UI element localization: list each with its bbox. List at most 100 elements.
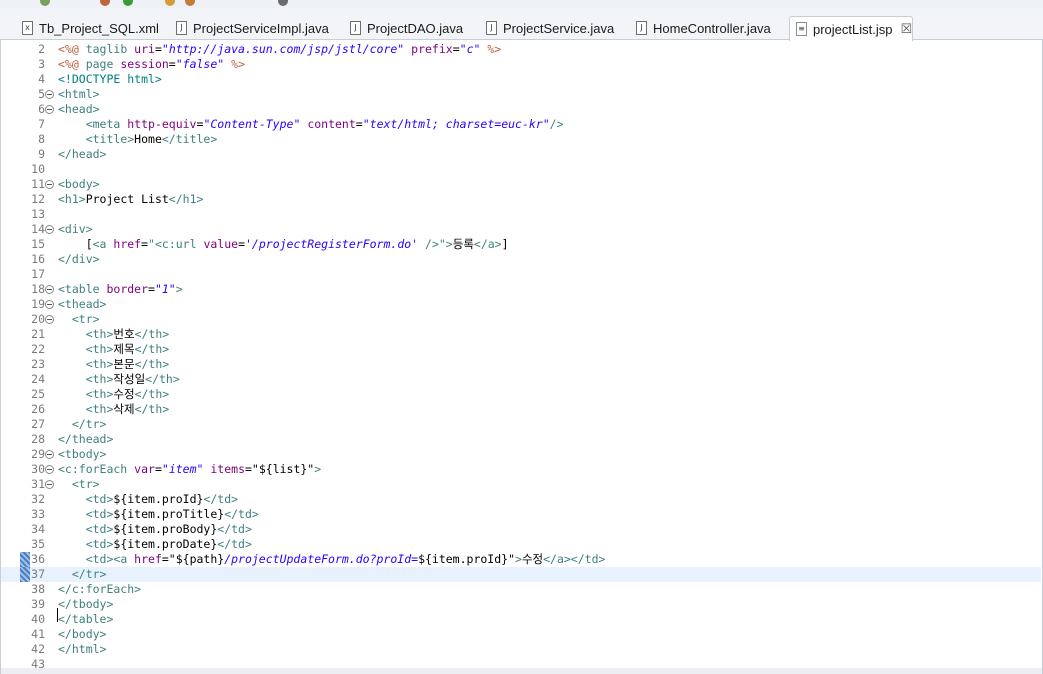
- code-text: </div>: [58, 252, 100, 267]
- code-token: ${item.proBody}: [113, 522, 218, 536]
- code-line[interactable]: 14 <div>: [1, 222, 1041, 237]
- code-line[interactable]: 29 <tbody>: [1, 447, 1041, 462]
- code-token: <c:forEach: [58, 462, 135, 476]
- toolbar-icon[interactable]: [165, 0, 175, 6]
- tab-label: projectList.jsp: [813, 21, 893, 37]
- code-line[interactable]: 2 <%@ taglib uri="http://java.sun.com/jsp…: [1, 42, 1041, 57]
- fold-toggle-icon[interactable]: [45, 225, 54, 234]
- code-editor[interactable]: 2 <%@ taglib uri="http://java.sun.com/jsp…: [0, 40, 1043, 674]
- horizontal-scrollbar[interactable]: [1, 668, 1042, 674]
- fold-toggle-icon[interactable]: [45, 315, 54, 324]
- code-text: <td>${item.proId}</td>: [58, 492, 238, 507]
- close-icon[interactable]: ☒: [900, 22, 912, 37]
- code-token: =: [355, 117, 363, 131]
- code-line[interactable]: 37 </tr>: [1, 567, 1041, 582]
- tab-label: HomeController.java: [653, 20, 771, 36]
- fold-toggle-icon[interactable]: [45, 300, 54, 309]
- code-line[interactable]: 19 <thead>: [1, 297, 1041, 312]
- code-line[interactable]: 20 <tr>: [1, 312, 1041, 327]
- java-file-icon: J: [350, 21, 361, 35]
- fold-toggle-icon[interactable]: [45, 180, 54, 189]
- code-line[interactable]: 3 <%@ page session="false" %>: [1, 57, 1041, 72]
- code-line[interactable]: 11 <body>: [1, 177, 1041, 192]
- tab-home-controller-java[interactable]: J HomeController.java: [630, 16, 785, 40]
- code-token: <%@: [58, 57, 86, 71]
- line-number: 33: [31, 507, 45, 521]
- code-line[interactable]: 9 </head>: [1, 147, 1041, 162]
- code-line[interactable]: 5 <html>: [1, 87, 1041, 102]
- toolbar-icon[interactable]: [100, 0, 110, 6]
- code-line[interactable]: 23 <th>본문</th>: [1, 357, 1041, 372]
- code-line[interactable]: 15 [<a href="<c:url value='/projectRegis…: [1, 237, 1041, 252]
- code-line[interactable]: 32 <td>${item.proId}</td>: [1, 492, 1041, 507]
- code-line[interactable]: 31 <tr>: [1, 477, 1041, 492]
- fold-toggle-icon[interactable]: [45, 450, 54, 459]
- code-line[interactable]: 39 </tbody>: [1, 597, 1041, 612]
- code-token: prefix: [411, 42, 453, 56]
- code-token: <body>: [58, 177, 100, 191]
- code-token: <h1>: [58, 192, 86, 206]
- code-line[interactable]: 34 <td>${item.proBody}</td>: [1, 522, 1041, 537]
- code-token: "text/html; charset=euc-kr": [362, 117, 550, 131]
- code-line[interactable]: 12 <h1>Project List</h1>: [1, 192, 1041, 207]
- code-line[interactable]: 36 <td><a href="${path}/projectUpdateFor…: [1, 552, 1041, 567]
- code-line[interactable]: 30 <c:forEach var="item" items="${list}">: [1, 462, 1041, 477]
- code-line[interactable]: 7 <meta http-equiv = "Content-Type" conten…: [1, 117, 1041, 132]
- code-line[interactable]: 13: [1, 207, 1041, 222]
- code-line[interactable]: 21 <th>번호</th>: [1, 327, 1041, 342]
- tab-project-service-java[interactable]: J ProjectService.java: [480, 16, 630, 40]
- toolbar-icon[interactable]: [185, 0, 195, 6]
- code-line[interactable]: 24 <th>작성일</th>: [1, 372, 1041, 387]
- code-line[interactable]: 8 <title>Home</title>: [1, 132, 1041, 147]
- tab-project-list-jsp[interactable]: ≡ projectList.jsp ☒: [789, 16, 913, 41]
- code-line[interactable]: 10: [1, 162, 1041, 177]
- fold-toggle-icon[interactable]: [45, 90, 54, 99]
- code-token: ${item.proId}: [113, 492, 204, 506]
- code-line[interactable]: 27 </tr>: [1, 417, 1041, 432]
- code-line[interactable]: 35 <td>${item.proDate}</td>: [1, 537, 1041, 552]
- tab-project-service-impl-java[interactable]: J ProjectServiceImpl.java: [170, 16, 340, 40]
- code-text: </table>: [58, 612, 113, 627]
- code-token: ${item.proId}": [418, 552, 515, 566]
- code-token: <meta: [85, 117, 128, 131]
- toolbar-icon[interactable]: [278, 0, 288, 6]
- line-number: 9: [38, 147, 45, 161]
- code-line[interactable]: 17: [1, 267, 1041, 282]
- fold-toggle-icon[interactable]: [45, 465, 54, 474]
- line-number: 27: [31, 417, 45, 431]
- code-line[interactable]: 6 <head>: [1, 102, 1041, 117]
- toolbar-icon[interactable]: [123, 0, 133, 6]
- code-text: <tbody>: [58, 447, 106, 462]
- editor-tab-bar: x Tb_Project_SQL.xml J ProjectServiceImp…: [0, 8, 1043, 41]
- toolbar-icon[interactable]: [40, 0, 50, 6]
- line-number: 38: [31, 582, 45, 596]
- line-number: 41: [31, 627, 45, 641]
- tab-tb-project-sql-xml[interactable]: x Tb_Project_SQL.xml: [16, 16, 166, 40]
- code-line[interactable]: 25 <th>수정</th>: [1, 387, 1041, 402]
- code-line[interactable]: 33 <td>${item.proTitle}</td>: [1, 507, 1041, 522]
- fold-toggle-icon[interactable]: [45, 480, 54, 489]
- code-text: <h1>Project List</h1>: [58, 192, 203, 207]
- code-line[interactable]: 26 <th>삭제</th>: [1, 402, 1041, 417]
- fold-toggle-icon[interactable]: [45, 285, 54, 294]
- code-token: =: [154, 462, 162, 476]
- code-token: />: [549, 117, 564, 131]
- code-line[interactable]: 4 <!DOCTYPE html>: [1, 72, 1041, 87]
- code-line[interactable]: 16 </div>: [1, 252, 1041, 267]
- code-line[interactable]: 42 </html>: [1, 642, 1041, 657]
- tab-label: ProjectService.java: [503, 20, 615, 36]
- code-line[interactable]: 38 </c:forEach>: [1, 582, 1041, 597]
- code-line[interactable]: 40 </table>: [1, 612, 1041, 627]
- tab-project-dao-java[interactable]: J ProjectDAO.java: [344, 16, 474, 40]
- code-line[interactable]: 18 <table border="1">: [1, 282, 1041, 297]
- code-line[interactable]: 28 </thead>: [1, 432, 1041, 447]
- code-token: =: [452, 42, 460, 56]
- fold-toggle-icon[interactable]: [45, 105, 54, 114]
- code-token: <th>: [85, 372, 114, 386]
- code-line[interactable]: 41 </body>: [1, 627, 1041, 642]
- code-line[interactable]: 22 <th>제목</th>: [1, 342, 1041, 357]
- line-number: 39: [31, 597, 45, 611]
